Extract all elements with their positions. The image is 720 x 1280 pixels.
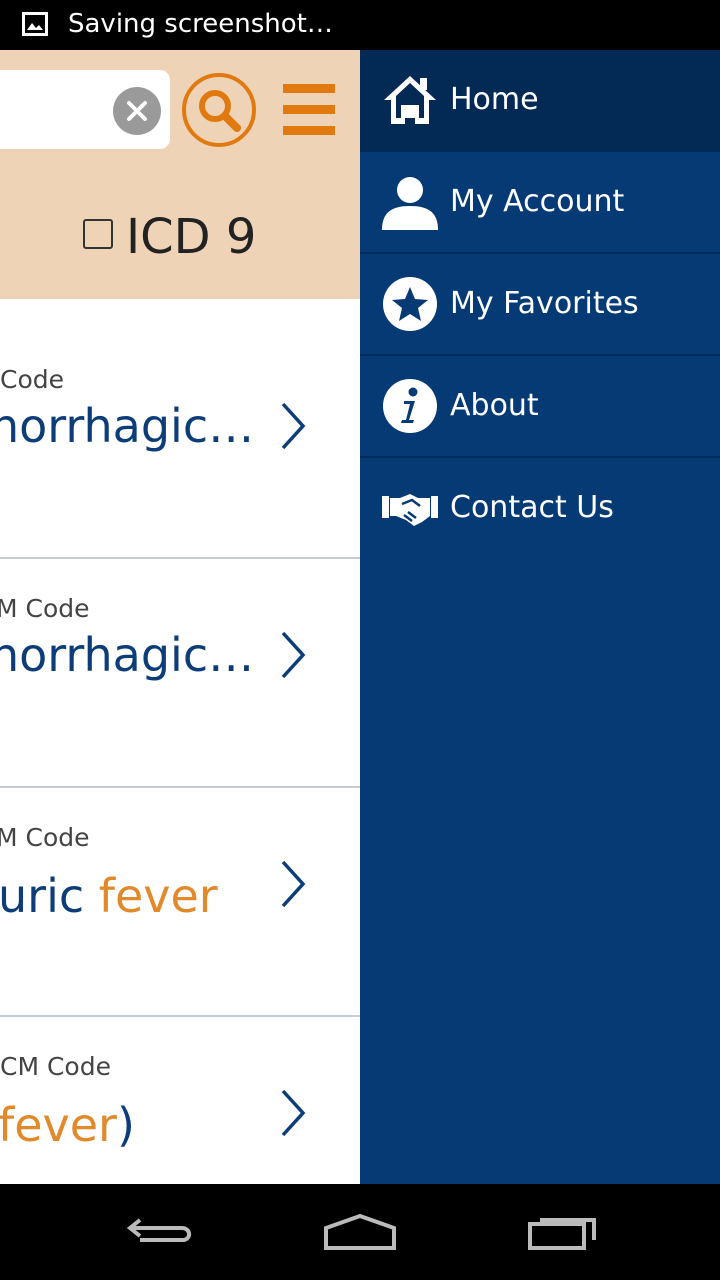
recent-apps-icon[interactable]	[522, 1206, 602, 1256]
user-icon	[382, 177, 438, 230]
result-row[interactable]: M Code uric fever	[0, 788, 360, 1017]
star-icon	[383, 277, 437, 331]
drawer-item-my-account[interactable]: My Account	[360, 152, 720, 254]
result-row[interactable]: M Code norrhagic…	[0, 559, 360, 788]
drawer-label-about: About	[450, 388, 539, 423]
icd9-checkbox[interactable]	[83, 219, 113, 249]
result-title: uric fever	[0, 869, 218, 923]
drawer-label-my-favorites: My Favorites	[450, 286, 639, 321]
system-navigation-bar	[0, 1184, 720, 1280]
info-icon	[383, 379, 437, 433]
drawer-label-contact-us: Contact Us	[450, 490, 614, 525]
home-icon	[384, 76, 436, 124]
chevron-right-icon	[281, 402, 306, 450]
clear-search-icon[interactable]	[113, 87, 161, 135]
handshake-icon	[382, 494, 438, 526]
main-content: ICD 9 Code norrhagic… M Code norrhagic… …	[0, 50, 360, 1184]
status-bar: Saving screenshot…	[0, 0, 720, 50]
result-title: norrhagic…	[0, 399, 255, 453]
code-type-label: M Code	[0, 594, 90, 623]
drawer-label-my-account: My Account	[450, 184, 625, 219]
drawer-item-about[interactable]: About	[360, 356, 720, 458]
code-type-label: M Code	[0, 823, 90, 852]
chevron-right-icon	[281, 1089, 306, 1137]
drawer-item-home[interactable]: Home	[360, 50, 720, 152]
navigation-drawer: Home My Account My Favorites About Conta…	[360, 50, 720, 1184]
chevron-right-icon	[281, 631, 306, 679]
chevron-right-icon	[281, 860, 306, 908]
code-type-label: Code	[0, 365, 65, 394]
code-type-label: CM Code	[0, 1052, 111, 1081]
result-row[interactable]: Code norrhagic…	[0, 330, 360, 559]
back-icon[interactable]	[120, 1206, 200, 1256]
drawer-item-my-favorites[interactable]: My Favorites	[360, 254, 720, 356]
drawer-label-home: Home	[450, 82, 539, 117]
status-text: Saving screenshot…	[68, 9, 333, 39]
image-icon	[22, 12, 48, 36]
result-title: fever)	[0, 1098, 135, 1152]
icd9-label: ICD 9	[126, 209, 257, 265]
drawer-item-contact-us[interactable]: Contact Us	[360, 458, 720, 558]
result-row[interactable]: CM Code fever)	[0, 1017, 360, 1184]
hamburger-menu-icon[interactable]	[281, 84, 337, 136]
home-nav-icon[interactable]	[320, 1206, 400, 1256]
search-icon[interactable]	[181, 72, 257, 148]
result-title: norrhagic…	[0, 628, 255, 682]
